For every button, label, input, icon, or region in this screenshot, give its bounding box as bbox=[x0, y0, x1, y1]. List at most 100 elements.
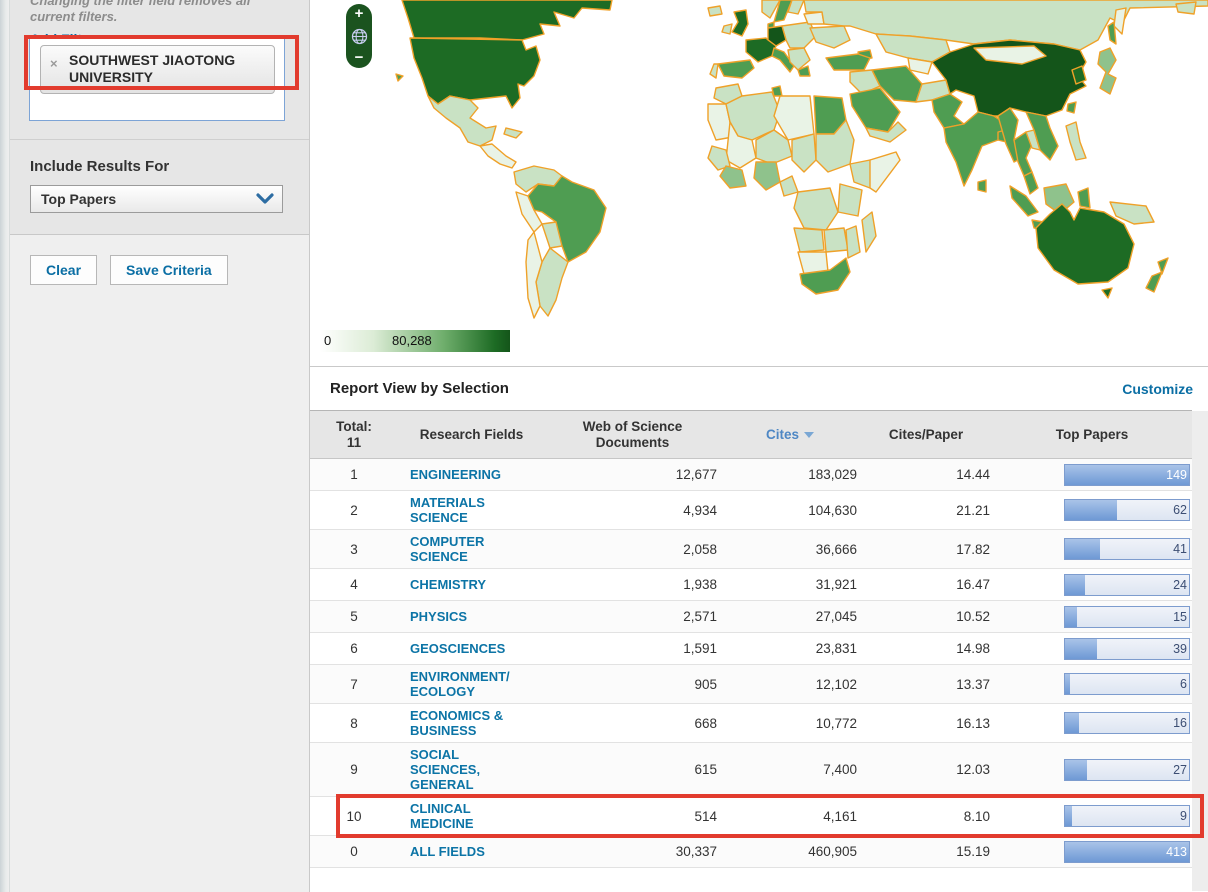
top-papers-bar-fill bbox=[1065, 713, 1079, 733]
country-shape[interactable] bbox=[772, 86, 782, 96]
map-zoom-control: + − bbox=[346, 4, 372, 68]
cites-per-paper-value: 17.82 bbox=[860, 542, 992, 557]
research-field-link[interactable]: MATERIALS SCIENCE bbox=[410, 495, 516, 525]
country-shape[interactable] bbox=[794, 228, 824, 252]
country-shape[interactable] bbox=[1102, 288, 1112, 298]
top-papers-bar: 16 bbox=[1064, 712, 1190, 734]
clear-button[interactable]: Clear bbox=[30, 255, 97, 285]
globe-icon[interactable] bbox=[351, 28, 368, 45]
country-shape[interactable] bbox=[794, 188, 838, 230]
country-shape[interactable] bbox=[810, 26, 850, 48]
research-field-link[interactable]: ENGINEERING bbox=[410, 467, 516, 482]
country-shape[interactable] bbox=[402, 0, 612, 40]
country-shape[interactable] bbox=[846, 226, 860, 258]
top-papers-value: 41 bbox=[1173, 542, 1187, 557]
country-shape[interactable] bbox=[1067, 102, 1076, 113]
country-shape[interactable] bbox=[754, 162, 780, 190]
top-papers-bar: 413 bbox=[1064, 841, 1190, 863]
country-shape[interactable] bbox=[1066, 122, 1086, 160]
sidebar-actions: Clear Save Criteria bbox=[0, 235, 309, 285]
wos-documents-value: 514 bbox=[545, 809, 720, 824]
country-shape[interactable] bbox=[774, 96, 814, 140]
country-shape[interactable] bbox=[1078, 188, 1090, 208]
research-field-link[interactable]: GEOSCIENCES bbox=[410, 641, 516, 656]
cites-per-paper-value: 16.13 bbox=[860, 716, 992, 731]
country-shape[interactable] bbox=[932, 94, 964, 128]
table-row: 10 CLINICAL MEDICINE 514 4,161 8.10 9 bbox=[310, 797, 1192, 836]
wos-documents-value: 2,058 bbox=[545, 542, 720, 557]
country-shape[interactable] bbox=[870, 152, 900, 192]
country-shape[interactable] bbox=[804, 12, 824, 24]
research-field-link[interactable]: SOCIAL SCIENCES, GENERAL bbox=[410, 747, 516, 792]
sort-desc-icon bbox=[804, 432, 814, 438]
country-shape[interactable] bbox=[722, 24, 732, 34]
chevron-down-icon bbox=[256, 193, 274, 205]
top-papers-value: 39 bbox=[1173, 642, 1187, 657]
remove-filter-icon[interactable]: × bbox=[50, 55, 58, 72]
row-rank: 1 bbox=[310, 467, 398, 482]
cites-value: 36,666 bbox=[720, 542, 860, 557]
wos-documents-value: 905 bbox=[545, 677, 720, 692]
save-criteria-button[interactable]: Save Criteria bbox=[110, 255, 228, 285]
filter-chip[interactable]: × SOUTHWEST JIAOTONG UNIVERSITY bbox=[40, 45, 275, 94]
top-papers-value: 27 bbox=[1173, 763, 1187, 778]
country-shape[interactable] bbox=[1098, 48, 1116, 94]
country-shape[interactable] bbox=[708, 6, 722, 16]
country-shape[interactable] bbox=[838, 184, 862, 216]
world-map[interactable]: + − 0 80,288 bbox=[310, 0, 1208, 367]
country-shape[interactable] bbox=[780, 176, 798, 196]
country-shape[interactable] bbox=[1024, 172, 1038, 194]
country-shape[interactable] bbox=[428, 96, 496, 146]
research-field-link[interactable]: ENVIRONMENT/ECOLOGY bbox=[410, 669, 516, 699]
legend-min-label: 0 bbox=[324, 333, 331, 348]
filter-box: × SOUTHWEST JIAOTONG UNIVERSITY bbox=[29, 38, 285, 121]
row-rank: 5 bbox=[310, 609, 398, 624]
country-shape[interactable] bbox=[396, 74, 403, 81]
country-shape[interactable] bbox=[1114, 8, 1126, 34]
country-shape[interactable] bbox=[710, 64, 718, 78]
country-shape[interactable] bbox=[862, 212, 876, 252]
row-rank: 9 bbox=[310, 762, 398, 777]
cites-value: 12,102 bbox=[720, 677, 860, 692]
country-shape[interactable] bbox=[480, 144, 516, 168]
table-row: 1 ENGINEERING 12,677 183,029 14.44 149 bbox=[310, 459, 1192, 491]
country-shape[interactable] bbox=[792, 134, 816, 172]
country-shape[interactable] bbox=[1158, 258, 1168, 274]
zoom-in-button[interactable]: + bbox=[355, 7, 364, 21]
research-field-link[interactable]: CHEMISTRY bbox=[410, 577, 516, 592]
esi-report-page: Changing the filter field removes all cu… bbox=[0, 0, 1208, 892]
country-shape[interactable] bbox=[1176, 2, 1196, 14]
top-papers-value: 15 bbox=[1173, 610, 1187, 625]
cites-value: 183,029 bbox=[720, 467, 860, 482]
table-row: 2 MATERIALS SCIENCE 4,934 104,630 21.21 … bbox=[310, 491, 1192, 530]
cites-value: 31,921 bbox=[720, 577, 860, 592]
country-shape[interactable] bbox=[782, 22, 816, 48]
country-shape[interactable] bbox=[732, 10, 748, 36]
country-shape[interactable] bbox=[1146, 272, 1162, 292]
map-legend: 0 80,288 bbox=[320, 330, 510, 352]
research-field-link[interactable]: CLINICAL MEDICINE bbox=[410, 801, 516, 831]
country-shape[interactable] bbox=[720, 166, 746, 188]
top-papers-bar: 9 bbox=[1064, 805, 1190, 827]
country-shape[interactable] bbox=[718, 60, 754, 78]
cites-value: 27,045 bbox=[720, 609, 860, 624]
country-shape[interactable] bbox=[504, 128, 522, 138]
country-shape[interactable] bbox=[826, 54, 870, 70]
zoom-out-button[interactable]: − bbox=[355, 51, 364, 65]
country-shape[interactable] bbox=[824, 228, 848, 252]
filter-note: Changing the filter field removes all cu… bbox=[30, 0, 280, 25]
include-results-select[interactable]: Top Papers bbox=[30, 185, 283, 213]
sidebar-edge-strip bbox=[0, 0, 10, 892]
research-field-link[interactable]: ECONOMICS & BUSINESS bbox=[410, 708, 516, 738]
country-shape[interactable] bbox=[1108, 22, 1116, 44]
column-header-cites[interactable]: Cites bbox=[720, 427, 860, 443]
row-rank: 8 bbox=[310, 716, 398, 731]
row-rank: 7 bbox=[310, 677, 398, 692]
customize-link[interactable]: Customize bbox=[1122, 381, 1193, 397]
column-header-cites-per-paper: Cites/Paper bbox=[860, 427, 992, 443]
country-shape[interactable] bbox=[978, 180, 986, 192]
research-field-link[interactable]: ALL FIELDS bbox=[410, 844, 516, 859]
research-field-link[interactable]: COMPUTER SCIENCE bbox=[410, 534, 516, 564]
top-papers-value: 24 bbox=[1173, 578, 1187, 593]
research-field-link[interactable]: PHYSICS bbox=[410, 609, 516, 624]
